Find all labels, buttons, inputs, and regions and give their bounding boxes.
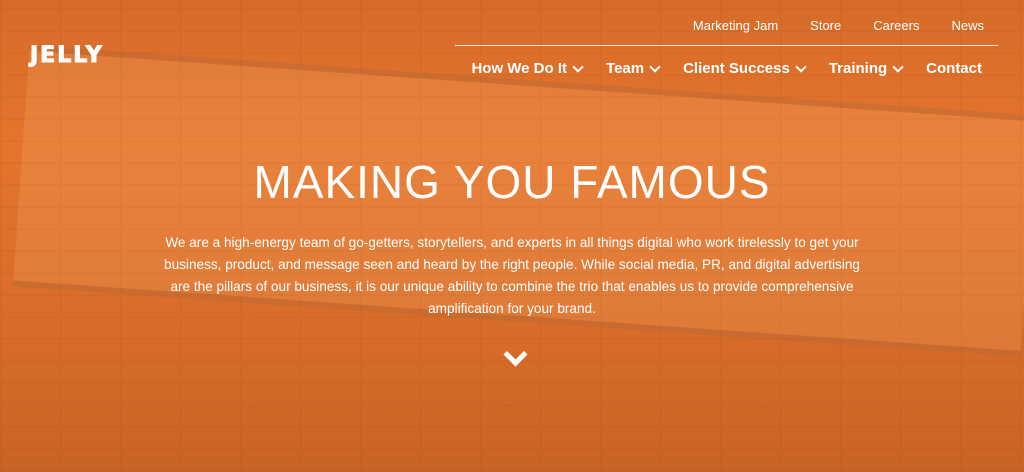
nav-item-label: Team: [606, 60, 645, 77]
chevron-down-icon: [892, 60, 904, 73]
chevron-down-icon: [649, 60, 661, 73]
nav-link-store[interactable]: Store: [810, 18, 841, 33]
nav-item-label: How We Do It: [471, 60, 568, 77]
chevron-down-icon: [572, 60, 584, 73]
nav-item-label: Contact: [926, 60, 982, 77]
nav-link-marketing-jam[interactable]: Marketing Jam: [693, 18, 778, 33]
nav-item-training[interactable]: Training: [828, 60, 904, 77]
intro-paragraph: We are a high-energy team of go-getters,…: [164, 234, 860, 316]
secondary-nav: Marketing Jam Store Careers News: [693, 18, 984, 33]
page-title: MAKING YOU FAMOUS: [253, 155, 771, 208]
chevron-down-icon: [795, 60, 807, 73]
nav-item-label: Training: [828, 60, 888, 77]
scroll-down-button[interactable]: [500, 342, 528, 368]
nav-item-client-success[interactable]: Client Success: [683, 60, 807, 77]
nav-divider: [455, 45, 998, 46]
nav-item-how-we-do-it[interactable]: How We Do It: [471, 60, 584, 77]
nav-item-label: Client Success: [683, 60, 790, 77]
primary-nav: How We Do It Team Client Success Trainin…: [471, 60, 982, 77]
nav-item-team[interactable]: Team: [606, 60, 661, 77]
hero-section: JELLY Marketing Jam Store Careers News H…: [0, 0, 1024, 472]
nav-link-careers[interactable]: Careers: [873, 18, 919, 33]
nav-link-news[interactable]: News: [951, 18, 984, 33]
jelly-logo[interactable]: JELLY: [30, 43, 104, 69]
nav-item-contact[interactable]: Contact: [926, 60, 982, 77]
